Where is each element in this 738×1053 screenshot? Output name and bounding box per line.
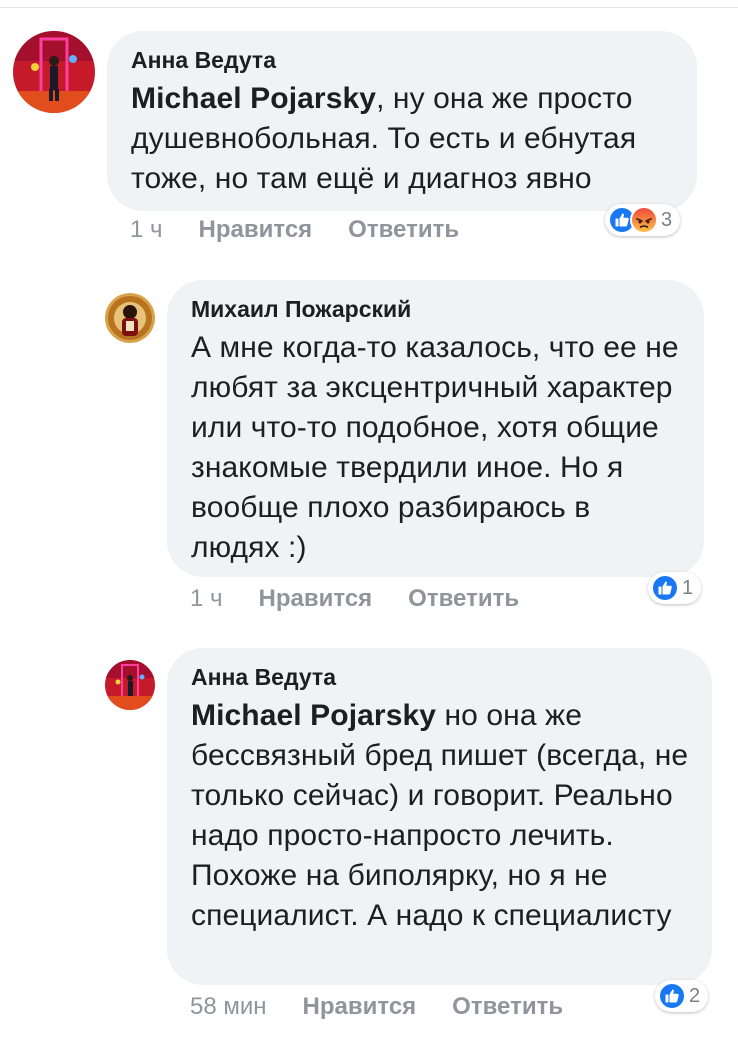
reaction-count: 3 — [661, 208, 673, 231]
like-button[interactable]: Нравится — [259, 585, 373, 613]
comment-author[interactable]: Анна Ведута — [191, 662, 690, 692]
reply-button[interactable]: Ответить — [452, 993, 563, 1021]
comment-author[interactable]: Михаил Пожарский — [191, 294, 682, 324]
reply-button[interactable]: Ответить — [408, 585, 519, 613]
comment-actions: 1 ч Нравится Ответить — [190, 585, 555, 613]
reaction-count: 1 — [682, 576, 694, 599]
comment-author[interactable]: Анна Ведута — [131, 45, 671, 75]
timestamp[interactable]: 1 ч — [130, 216, 163, 244]
comment-bubble: Анна Ведута Michael Pojarsky но она же б… — [167, 648, 712, 985]
comment-bubble: Михаил Пожарский А мне когда-то казалось… — [167, 280, 704, 577]
comment-text: Michael Pojarsky но она же бессвязный бр… — [191, 696, 690, 936]
reaction-summary[interactable]: 1 — [648, 572, 702, 604]
like-button[interactable]: Нравится — [303, 993, 417, 1021]
timestamp[interactable]: 1 ч — [190, 585, 223, 613]
avatar[interactable] — [13, 31, 95, 113]
reaction-count: 2 — [689, 984, 701, 1007]
comment-body: но она же бессвязный бред пишет (всегда,… — [191, 699, 689, 932]
comment-bubble: Анна Ведута Michael Pojarsky, ну она же … — [107, 31, 697, 211]
mention-link[interactable]: Michael Pojarsky — [191, 699, 436, 732]
reply-button[interactable]: Ответить — [348, 216, 459, 244]
timestamp[interactable]: 58 мин — [190, 993, 267, 1021]
like-icon — [651, 574, 679, 602]
comment-text: Michael Pojarsky, ну она же просто душев… — [131, 79, 671, 199]
like-button[interactable]: Нравится — [199, 216, 313, 244]
comment-actions: 1 ч Нравится Ответить — [130, 216, 495, 244]
like-icon — [658, 982, 686, 1010]
comment-body: А мне когда-то казалось, что ее не любят… — [191, 331, 679, 564]
reaction-summary[interactable]: 2 — [655, 980, 709, 1012]
angry-icon — [630, 206, 658, 234]
top-divider — [0, 7, 738, 8]
reaction-summary[interactable]: 3 — [605, 204, 681, 236]
comment-actions: 58 мин Нравится Ответить — [190, 993, 599, 1021]
mention-link[interactable]: Michael Pojarsky — [131, 82, 376, 115]
avatar[interactable] — [105, 660, 155, 710]
comment-text: А мне когда-то казалось, что ее не любят… — [191, 328, 682, 568]
avatar[interactable] — [105, 293, 155, 343]
